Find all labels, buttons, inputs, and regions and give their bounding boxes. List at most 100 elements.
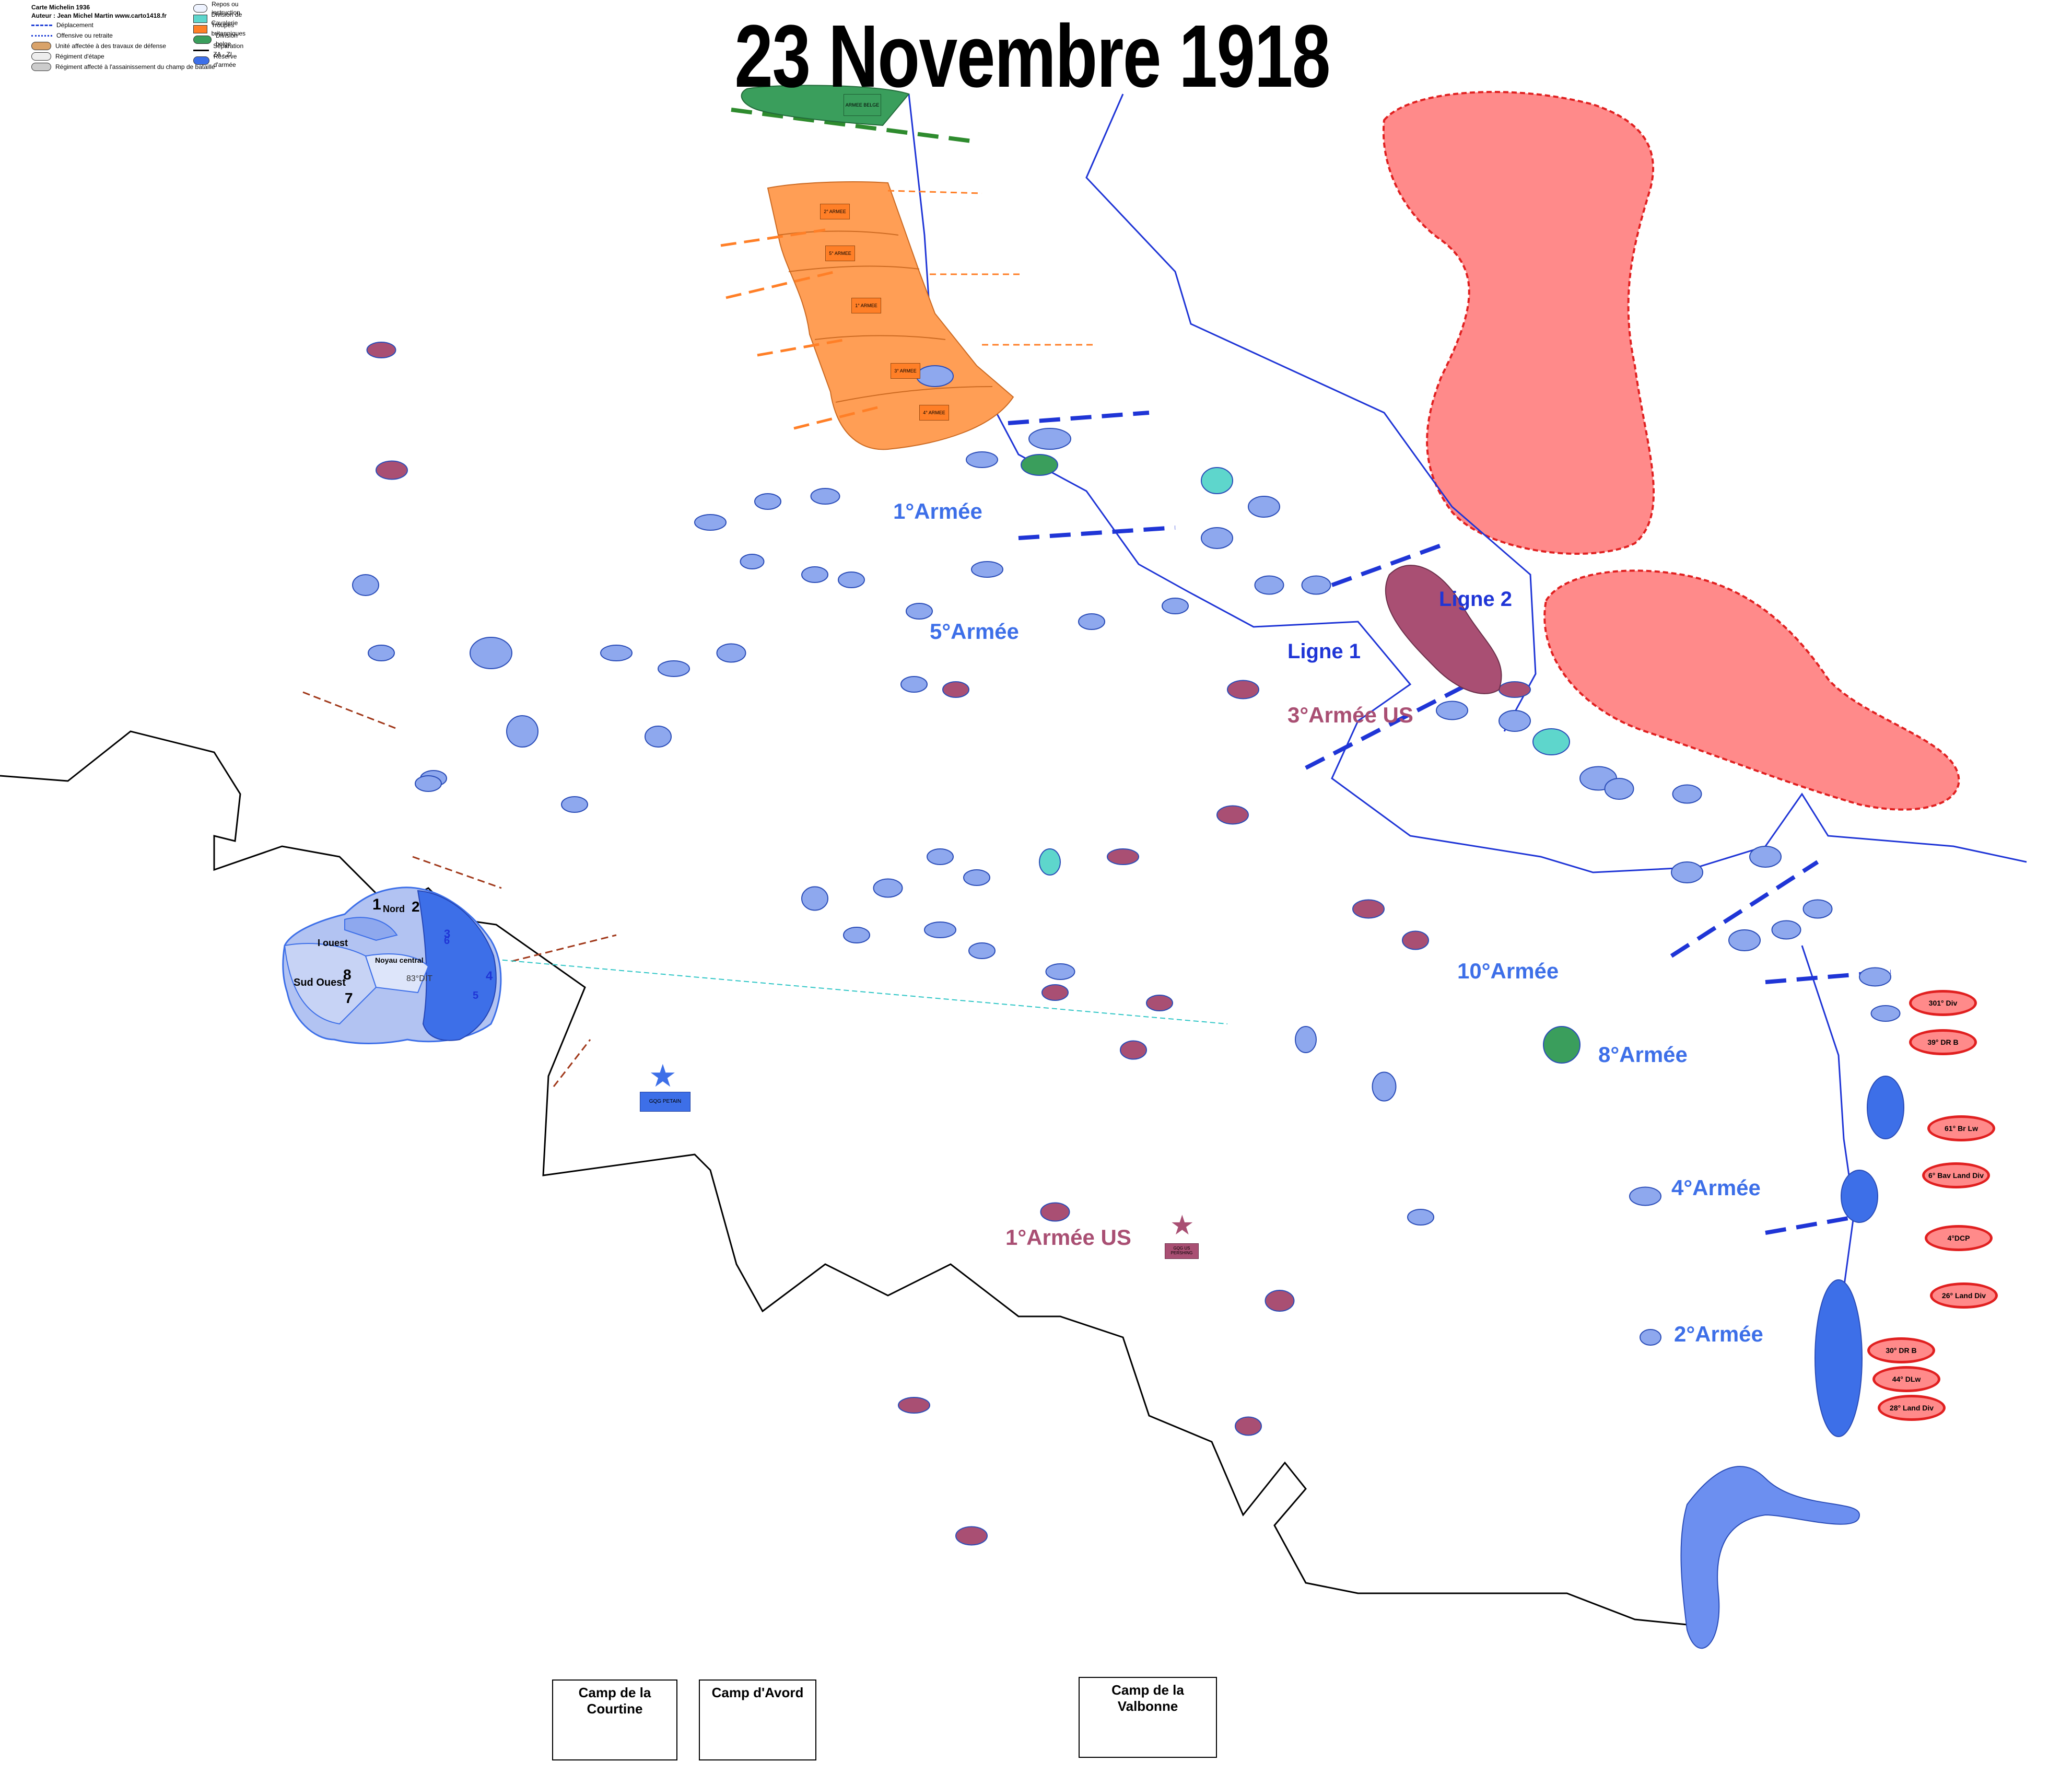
german-unit: 61° Br Lw xyxy=(1927,1115,1995,1141)
paris-sector-sud-ouest: Sud Ouest xyxy=(294,977,346,988)
unit-blob xyxy=(900,676,928,693)
unit-blob xyxy=(966,451,998,468)
unit-blob xyxy=(801,566,828,583)
hq-pershing: GQG US PERSHING xyxy=(1165,1243,1199,1259)
legend-credit: Carte Michelin 1936 xyxy=(31,4,90,11)
legend-label: Offensive ou retraite xyxy=(56,32,113,39)
army-label-8: 8°Armée xyxy=(1598,1042,1688,1067)
unit-blob xyxy=(352,574,379,596)
unit-blob xyxy=(1672,784,1702,804)
paris-sector-2: 2 xyxy=(412,899,420,915)
legend-label: Unité affectée à des travaux de défense xyxy=(55,42,166,50)
unit-blob xyxy=(506,715,539,748)
unit-blob xyxy=(1201,527,1233,549)
unit-blob xyxy=(1870,1005,1901,1022)
belgian-army-label: ARMEE BELGE xyxy=(844,94,881,116)
legend-label: Déplacement xyxy=(56,21,93,29)
line-mid-dashes xyxy=(1018,526,1176,540)
unit-blob xyxy=(898,1397,930,1414)
dotted-arrow-icon xyxy=(31,34,52,37)
german-unit: 6° Bav Land Div xyxy=(1922,1162,1990,1188)
unit-blob xyxy=(971,561,1003,578)
rest-icon xyxy=(193,4,208,13)
legend-label: Régiment d'étape xyxy=(55,53,104,60)
paris-sector-central: Noyau central xyxy=(375,956,424,964)
unit-blob xyxy=(1629,1186,1661,1206)
army-label-2: 2°Armée xyxy=(1674,1322,1763,1346)
german-unit: 44° DLw xyxy=(1872,1366,1940,1392)
ligne-2-label: Ligne 2 xyxy=(1439,588,1513,611)
defense-work-icon xyxy=(31,42,51,50)
unit-blob xyxy=(843,927,870,943)
unit-blob xyxy=(415,775,442,792)
unit-blob xyxy=(1201,467,1233,494)
dashed-arrow-icon xyxy=(31,24,52,26)
unit-blob xyxy=(368,645,395,661)
unit-blob xyxy=(838,571,865,588)
german-unit: 301° Div xyxy=(1909,990,1977,1016)
unit-blob xyxy=(754,493,781,510)
paris-sector-7: 7 xyxy=(345,990,353,1006)
unit-blob xyxy=(645,726,672,748)
cyan-dashed-link xyxy=(485,958,1228,1024)
german-unit: 26° Land Div xyxy=(1930,1282,1998,1309)
paris-sector-4: 4 xyxy=(486,969,493,983)
unit-blob xyxy=(561,796,588,813)
unit-blob xyxy=(1235,1416,1262,1436)
map-title: 23 Novembre 1918 xyxy=(734,7,1330,106)
unit-blob xyxy=(1436,701,1468,720)
unit-blob xyxy=(1265,1290,1295,1312)
unit-blob xyxy=(1254,575,1284,595)
british-zone xyxy=(767,181,1014,450)
unit-blob xyxy=(1771,920,1801,940)
unit-blob xyxy=(1021,454,1058,476)
unit-blob xyxy=(600,645,633,661)
unit-blob xyxy=(916,365,954,387)
army-label-5: 5°Armée xyxy=(930,619,1019,644)
unit-blob xyxy=(1078,613,1105,630)
brown-dash-3 xyxy=(511,934,617,962)
unit-blob xyxy=(1162,598,1189,614)
unit-blob xyxy=(366,342,396,358)
german-unit: 30° DR B xyxy=(1867,1337,1935,1363)
paris-unit-83dit: 83°DIT xyxy=(406,974,432,983)
unit-blob xyxy=(1802,899,1833,919)
unit-blob xyxy=(1146,995,1173,1011)
brown-dash-1 xyxy=(302,691,397,730)
hq-pershing-star-icon: ★ xyxy=(1170,1210,1195,1241)
legend: Carte Michelin 1936 Auteur : Jean Michel… xyxy=(31,1,245,72)
army-label-1: 1°Armée xyxy=(893,499,982,523)
unit-blob xyxy=(1352,899,1385,919)
unit-blob xyxy=(470,637,512,669)
german-unit: 28° Land Div xyxy=(1878,1395,1946,1421)
camp-courtine: Camp de la Courtine xyxy=(552,1679,677,1760)
unit-blob xyxy=(1604,778,1634,800)
french-reserve-zone xyxy=(1680,1466,1860,1649)
unit-blob xyxy=(658,660,690,677)
paris-sector-5: 5 xyxy=(473,990,479,1001)
unit-blob xyxy=(927,848,954,865)
unit-blob xyxy=(1216,805,1249,825)
unit-blob xyxy=(1749,846,1782,868)
british-army-label: 1° ARMEE xyxy=(851,298,881,313)
camp-valbonne: Camp de la Valbonne xyxy=(1079,1677,1217,1758)
legend-credit: Auteur : Jean Michel Martin www.carto141… xyxy=(31,12,167,19)
army-label-1-us: 1°Armée US xyxy=(1005,1225,1131,1250)
etape-regiment-icon xyxy=(31,52,51,61)
hq-petain: GQG PETAIN xyxy=(640,1092,690,1112)
unit-blob xyxy=(1248,496,1280,518)
unit-blob xyxy=(801,886,828,911)
battlefield-cleanup-icon xyxy=(31,63,51,71)
unit-blob xyxy=(1407,1209,1434,1226)
unit-blob xyxy=(1301,575,1331,595)
paris-sector-6: 6 xyxy=(444,935,450,947)
british-army-label: 2° ARMEE xyxy=(820,204,850,219)
unit-blob xyxy=(1040,1202,1070,1222)
unit-blob xyxy=(1543,1026,1581,1064)
unit-blob xyxy=(1499,681,1531,698)
line-south-dashes xyxy=(1765,1215,1855,1235)
unit-blob xyxy=(942,681,969,698)
belgian-division-icon xyxy=(193,36,212,44)
unit-blob xyxy=(740,554,765,569)
paris-sector-ouest: I ouest xyxy=(318,938,348,948)
